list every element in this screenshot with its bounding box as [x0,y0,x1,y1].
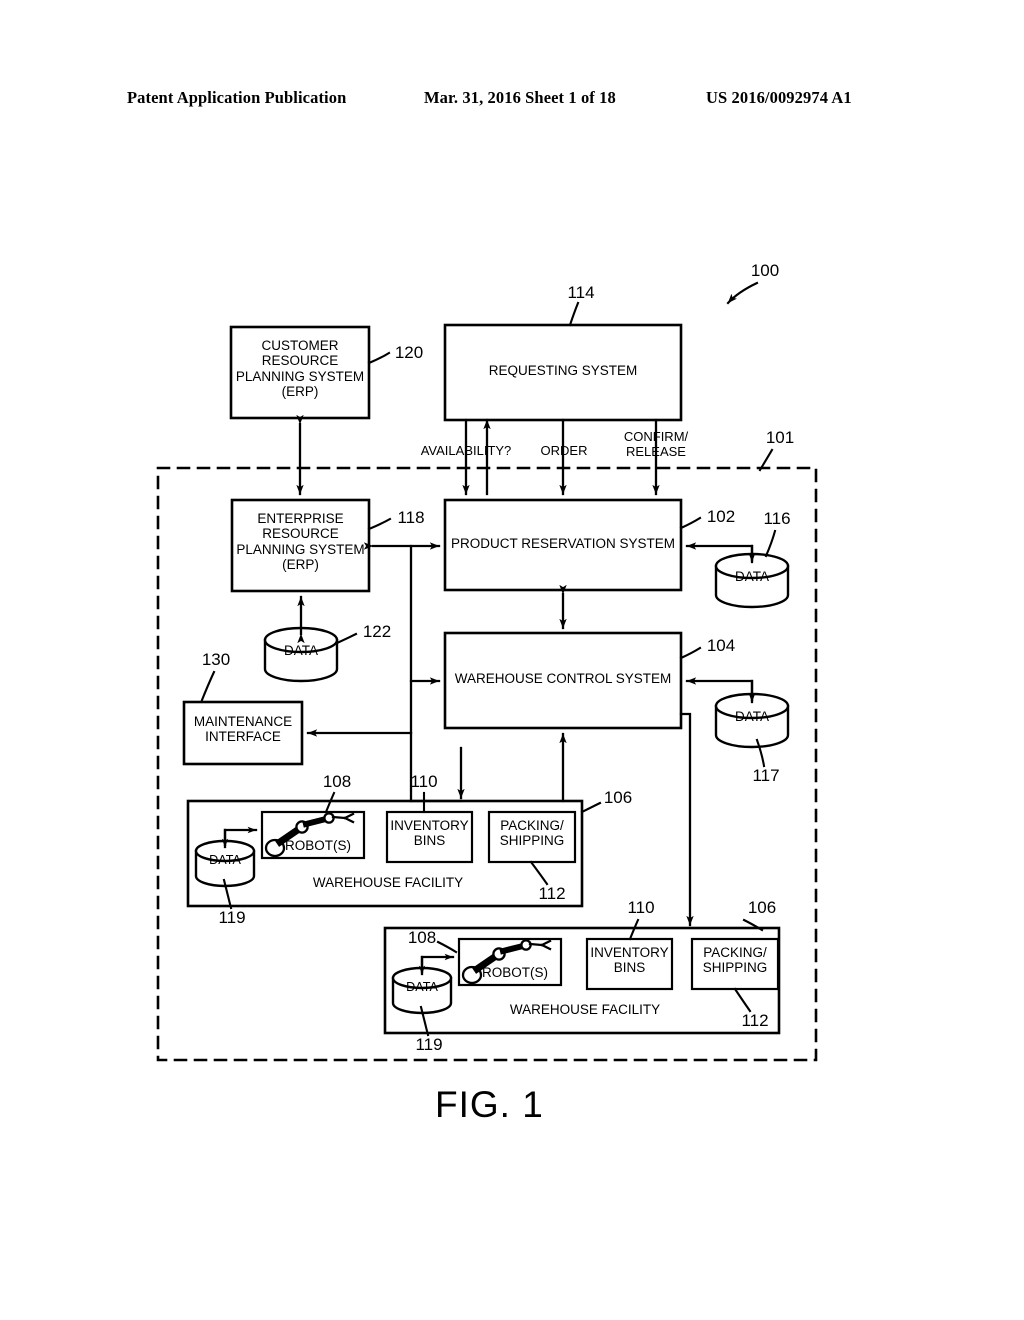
box-maintenance-interface [182,700,304,766]
box-enterprise-erp [230,498,371,593]
leader-116 [764,529,777,558]
box-packing-shipping-2 [690,937,780,991]
leader-120 [367,351,391,365]
box-warehouse-control [443,631,683,730]
leader-118 [367,517,392,531]
conn-wcs-warehouse2 [679,712,694,927]
box-inventory-bins-1 [385,810,474,864]
box-requesting-system [443,323,683,422]
figure-caption: FIG. 1 [435,1084,544,1125]
leader-100 [726,281,759,305]
leader-106-a [580,801,602,814]
leader-102 [679,516,702,530]
box-customer-erp [229,325,371,420]
patent-page: Patent Application Publication Mar. 31, … [0,0,1024,1320]
leader-104 [679,646,702,660]
box-inventory-bins-2 [585,937,674,991]
leader-114 [568,301,580,327]
box-product-reservation [443,498,683,592]
box-packing-shipping-1 [487,810,577,864]
cylinder-122 [263,626,339,683]
leader-122 [335,632,358,645]
leader-130 [200,670,216,702]
